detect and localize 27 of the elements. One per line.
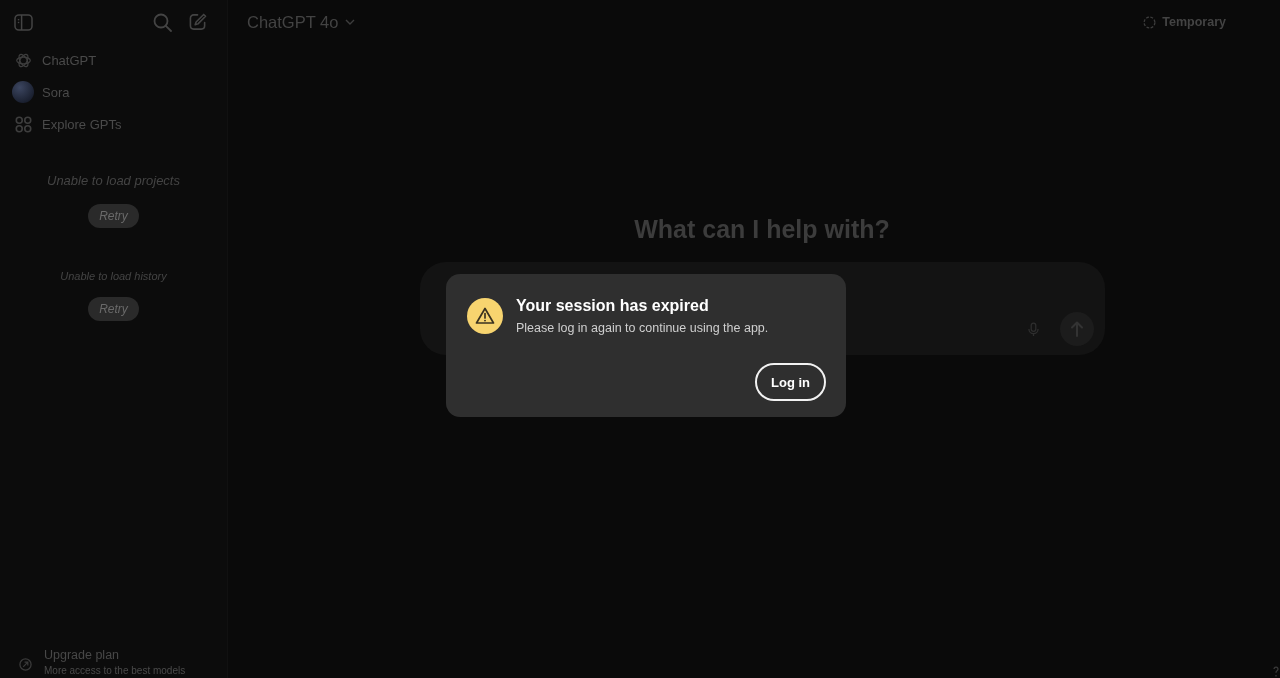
- upgrade-plan-item[interactable]: Upgrade plan More access to the best models: [0, 647, 227, 678]
- retry-button[interactable]: Retry: [88, 297, 139, 321]
- microphone-icon[interactable]: [1027, 321, 1039, 337]
- nav-item[interactable]: Sora: [0, 76, 227, 108]
- sidebar-toggle-icon[interactable]: [14, 13, 33, 31]
- logo-icon: [15, 51, 32, 69]
- log-in-button[interactable]: Log in: [755, 363, 826, 401]
- dashed-circle-icon: [1143, 15, 1157, 29]
- help-icon[interactable]: [1273, 666, 1279, 678]
- dialog-message: Please log in again to continue using the app.: [516, 320, 769, 337]
- nav-item[interactable]: Explore GPTs: [0, 108, 227, 140]
- upgrade-icon: [19, 657, 32, 671]
- grid-icon: [15, 115, 32, 133]
- dialog-title: Your session has expired: [516, 296, 710, 316]
- warning-icon: [467, 298, 503, 334]
- new-chat-icon[interactable]: [189, 13, 207, 31]
- arrow-up-icon[interactable]: [1059, 312, 1094, 346]
- upgrade-subtitle: More access to the best models: [44, 665, 186, 677]
- temporary-chat-button[interactable]: Temporary: [1143, 15, 1226, 29]
- avatar-icon: [12, 81, 34, 103]
- model-selector[interactable]: ChatGPT 4o: [247, 12, 356, 32]
- nav-item[interactable]: ChatGPT: [0, 44, 227, 76]
- error-message: Unable to load projects: [47, 172, 180, 190]
- search-icon[interactable]: [153, 12, 172, 32]
- retry-button[interactable]: Retry: [88, 204, 139, 228]
- upgrade-title: Upgrade plan: [44, 647, 121, 663]
- chevron-down-icon: [345, 19, 356, 25]
